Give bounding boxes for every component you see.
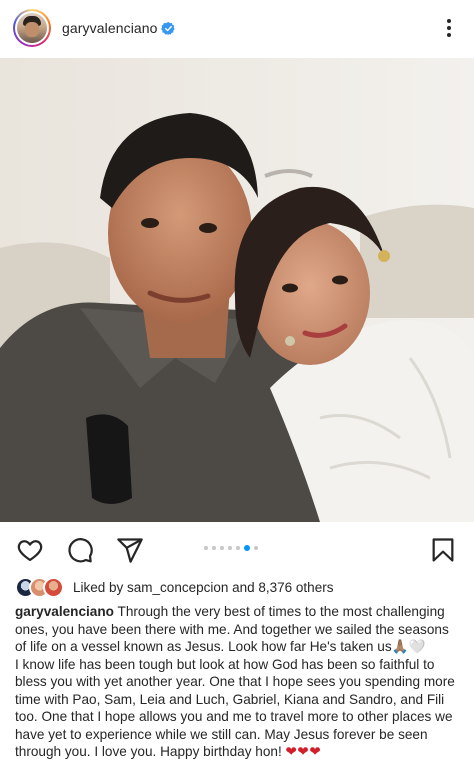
photo-cushion-right	[360, 204, 474, 318]
post-photo-illustration	[0, 58, 474, 522]
photo-man-eye-left	[141, 218, 159, 228]
paper-plane-icon[interactable]	[116, 536, 144, 564]
carousel-dot	[212, 546, 216, 550]
more-dot	[447, 26, 451, 30]
likes-row[interactable]: Liked by sam_concepcion and 8,376 others	[15, 576, 333, 598]
more-vertical-icon[interactable]	[444, 16, 454, 40]
photo-sunglasses	[86, 414, 132, 504]
photo-earring-left	[285, 336, 295, 346]
carousel-dot	[236, 546, 240, 550]
caption-text-2: I know life has been tough but look at h…	[15, 656, 455, 760]
carousel-indicator	[204, 545, 258, 551]
post-caption: garyvalenciano Through the very best of …	[15, 603, 463, 761]
likes-middle: and	[228, 579, 259, 595]
likes-prefix: Liked by	[73, 579, 128, 595]
verified-badge-icon	[161, 21, 175, 36]
carousel-dot	[228, 546, 232, 550]
photo-man-eye-right	[199, 223, 217, 233]
liked-by-user-link[interactable]: sam_concepcion	[127, 580, 228, 595]
comment-bubble-icon[interactable]	[66, 536, 94, 564]
carousel-dot	[220, 546, 224, 550]
avatar-face-skin	[25, 22, 39, 37]
caption-paragraph-2: I know life has been tough but look at h…	[15, 656, 463, 761]
more-dot	[447, 19, 451, 23]
photo-earring	[378, 250, 390, 262]
photo-woman-eye-left	[282, 283, 298, 293]
post-photo[interactable]	[0, 58, 474, 522]
likes-text: Liked by sam_concepcion and 8,376 others	[73, 580, 333, 595]
caption-username[interactable]: garyvalenciano	[15, 604, 114, 619]
photo-woman-eye-right	[332, 275, 348, 285]
avatar-inner	[15, 11, 49, 45]
post-username[interactable]: garyvalenciano	[62, 20, 158, 36]
bookmark-icon[interactable]	[429, 536, 457, 564]
caption-paragraph-1: garyvalenciano Through the very best of …	[15, 603, 463, 656]
avatar-photo	[17, 13, 47, 43]
profile-avatar[interactable]	[13, 9, 51, 47]
carousel-dot	[204, 546, 208, 550]
caption-hearts: ❤❤❤	[285, 744, 322, 759]
liker-avatar	[43, 576, 64, 598]
more-dot	[447, 33, 451, 37]
post-header: garyvalenciano	[0, 0, 474, 58]
carousel-dot	[254, 546, 258, 550]
likes-others-link[interactable]: 8,376 others	[258, 580, 333, 595]
heart-outline-icon[interactable]	[16, 536, 44, 564]
carousel-dot-active	[244, 545, 250, 551]
